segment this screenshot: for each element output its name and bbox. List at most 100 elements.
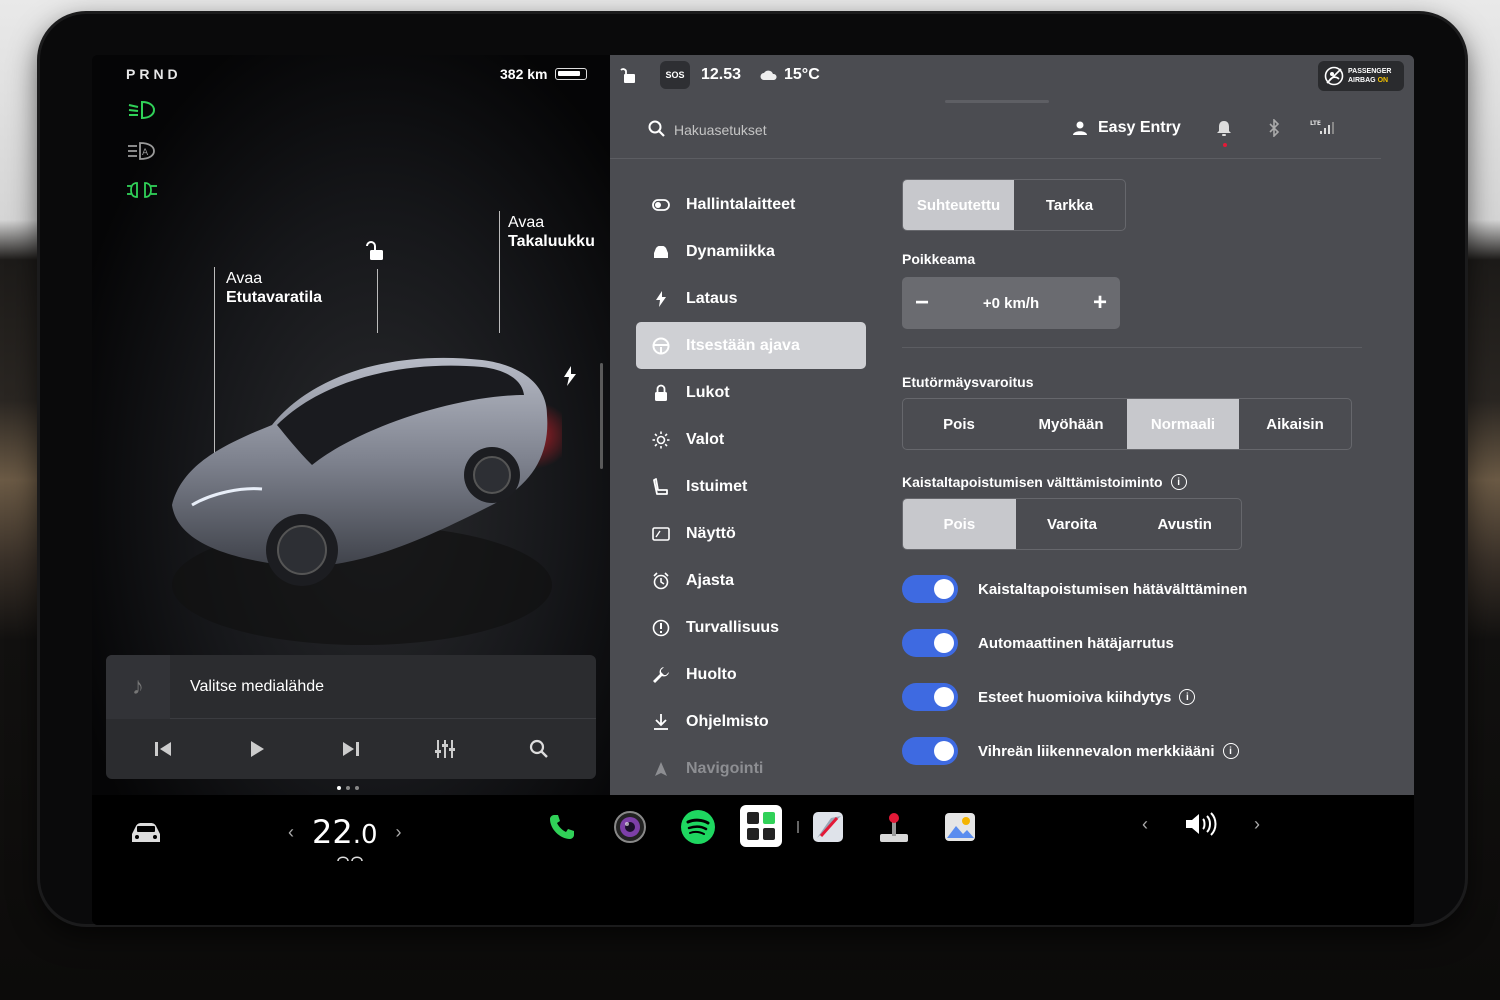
menu-item-turvallisuus[interactable]: Turvallisuus (636, 604, 866, 651)
menu-item-label: Navigointi (686, 759, 764, 777)
volume-down-chevron-icon[interactable]: ‹ (1142, 814, 1148, 835)
open-trunk-subtitle: Takaluukku (508, 233, 595, 250)
menu-item-lukot[interactable]: Lukot (636, 369, 866, 416)
media-page-dots[interactable] (337, 786, 359, 790)
sos-button[interactable]: SOS (660, 61, 690, 89)
settings-search-input[interactable] (674, 116, 894, 144)
menu-item-hallintalaitteet[interactable]: Hallintalaitteet (636, 181, 866, 228)
open-frunk-label[interactable]: Avaa Etutavaratila (226, 269, 322, 307)
temp-decrease-chevron-icon[interactable]: ‹ (288, 822, 294, 843)
toggle-switch-kaistaltapoistumisen-hatavalttaminen[interactable] (902, 575, 958, 603)
menu-item-istuimet[interactable]: Istuimet (636, 463, 866, 510)
menu-item-ohjelmisto[interactable]: Ohjelmisto (636, 698, 866, 745)
equalizer-icon[interactable] (430, 734, 460, 764)
unlock-icon[interactable] (364, 239, 388, 263)
settings-panel: SOS 12.53 15°C PASSENGER AIRBAG ON Hakua… (610, 55, 1414, 795)
toggle-switch-vihrean-liikennevalon-merkkiaani[interactable] (902, 737, 958, 765)
touchscreen: PRND 382 km A Avaa Etutavaratila Avaa Ta… (92, 55, 1414, 925)
menu-item-label: Huolto (686, 665, 737, 683)
media-source-selector[interactable]: ♪ Valitse medialähde (106, 655, 596, 719)
phone-app-icon[interactable] (540, 805, 584, 849)
lane-departure-label: Kaistaltapoistumisen välttämistoiminto i (902, 474, 1362, 490)
fcw-option-aikaisin[interactable]: Aikaisin (1239, 399, 1351, 449)
menu-item-label: Itsestään ajava (686, 336, 800, 354)
volume-speaker-icon[interactable] (1184, 811, 1218, 837)
door-lock-icon[interactable] (620, 66, 638, 84)
search-icon[interactable] (648, 120, 666, 138)
lane-departure-label-text: Kaistaltapoistumisen välttämistoiminto (902, 474, 1163, 490)
temp-increase-chevron-icon[interactable]: › (396, 822, 402, 843)
menu-item-label: Hallintalaitteet (686, 195, 796, 213)
range-display: 382 km (500, 66, 588, 82)
open-trunk-label[interactable]: Avaa Takaluukku (508, 213, 595, 251)
dock-bar: ‹ 22.0 › ‹ › (92, 795, 1414, 925)
app-launcher-icon[interactable] (740, 805, 782, 847)
vehicle-3d-image[interactable] (162, 325, 562, 655)
toybox-joystick-icon[interactable] (872, 805, 916, 849)
battery-icon (555, 68, 588, 80)
menu-item-naytto[interactable]: Näyttö (636, 510, 866, 557)
menu-item-dynamiikka[interactable]: Dynamiikka (636, 228, 866, 275)
seat-heater-icon[interactable] (336, 853, 366, 863)
toggle-row: Automaattinen hätäjarrutus (902, 616, 1362, 670)
volume-up-chevron-icon[interactable]: › (1254, 814, 1260, 835)
gear-indicator[interactable]: PRND (126, 66, 182, 82)
play-icon[interactable] (242, 734, 272, 764)
photo-app-icon[interactable] (938, 805, 982, 849)
airbag-icon (1324, 66, 1344, 86)
cloud-icon (760, 70, 777, 80)
menu-item-ajasta[interactable]: Ajasta (636, 557, 866, 604)
lock-icon (652, 384, 670, 402)
temp-decimal: .0 (352, 820, 378, 850)
seat-icon (652, 477, 670, 496)
section-divider (902, 347, 1362, 348)
menu-item-lataus[interactable]: Lataus (636, 275, 866, 322)
fcw-option-pois[interactable]: Pois (903, 399, 1015, 449)
car-panel-scrollbar[interactable] (600, 363, 603, 469)
lane-option-varoita[interactable]: Varoita (1016, 499, 1129, 549)
driver-profile[interactable]: Easy Entry (1072, 119, 1181, 137)
toggle-switch-esteet-huomioiva-kiihdytys[interactable] (902, 683, 958, 711)
fcw-option-myohaan[interactable]: Myöhään (1015, 399, 1127, 449)
menu-item-valot[interactable]: Valot (636, 416, 866, 463)
display-icon (652, 525, 670, 543)
outside-temperature: 15°C (760, 66, 820, 84)
camera-app-icon[interactable] (608, 805, 652, 849)
signal-bars-icon: LTE (1310, 120, 1334, 134)
wrench-icon (652, 666, 670, 684)
forward-collision-warning-selector: Pois Myöhään Normaali Aikaisin (902, 398, 1352, 450)
bluetooth-icon[interactable] (1268, 119, 1280, 137)
menu-item-label: Ajasta (686, 571, 735, 589)
speed-offset-stepper: − +0 km/h + (902, 277, 1120, 329)
fcw-option-normaali[interactable]: Normaali (1127, 399, 1239, 449)
info-icon[interactable]: i (1222, 743, 1239, 759)
settings-menu: Hallintalaitteet Dynamiikka Lataus Itsestää… (636, 181, 866, 792)
info-icon[interactable]: i (1170, 474, 1187, 490)
car-controls-icon[interactable] (128, 821, 164, 845)
toggle-label-text: Kaistaltapoistumisen hätävälttäminen (978, 580, 1248, 598)
toggle-label: Kaistaltapoistumisen hätävälttäminen (978, 581, 1247, 598)
speed_mode-option-suhteutettu[interactable]: Suhteutettu (903, 180, 1014, 230)
menu-item-itsestaan-ajava[interactable]: Itsestään ajava (636, 322, 866, 369)
spotify-app-icon[interactable] (676, 805, 720, 849)
lane-option-avustin[interactable]: Avustin (1128, 499, 1241, 549)
toggle-switch-automaattinen-hatajarrutus[interactable] (902, 629, 958, 657)
alarm-clock-icon (652, 571, 670, 590)
notification-bell-icon[interactable] (1216, 119, 1232, 139)
previous-track-icon[interactable] (148, 734, 178, 764)
charge-port-icon[interactable] (562, 365, 578, 387)
menu-item-label: Dynamiikka (686, 242, 775, 260)
media-search-icon[interactable] (524, 734, 554, 764)
toggle-row: Kaistaltapoistumisen hätävälttäminen (902, 562, 1362, 616)
speed_mode-option-tarkka[interactable]: Tarkka (1014, 180, 1125, 230)
next-track-icon[interactable] (336, 734, 366, 764)
toggle-icon (652, 196, 670, 214)
navigation-app-icon[interactable] (806, 805, 850, 849)
menu-item-navigointi[interactable]: Navigointi (636, 745, 866, 792)
info-icon[interactable]: i (1179, 689, 1196, 705)
lane-option-pois[interactable]: Pois (903, 499, 1016, 549)
menu-item-huolto[interactable]: Huolto (636, 651, 866, 698)
cabin-temperature[interactable]: 22.0 (312, 813, 378, 851)
decrease-offset-button[interactable]: − (902, 277, 942, 329)
increase-offset-button[interactable]: + (1080, 277, 1120, 329)
